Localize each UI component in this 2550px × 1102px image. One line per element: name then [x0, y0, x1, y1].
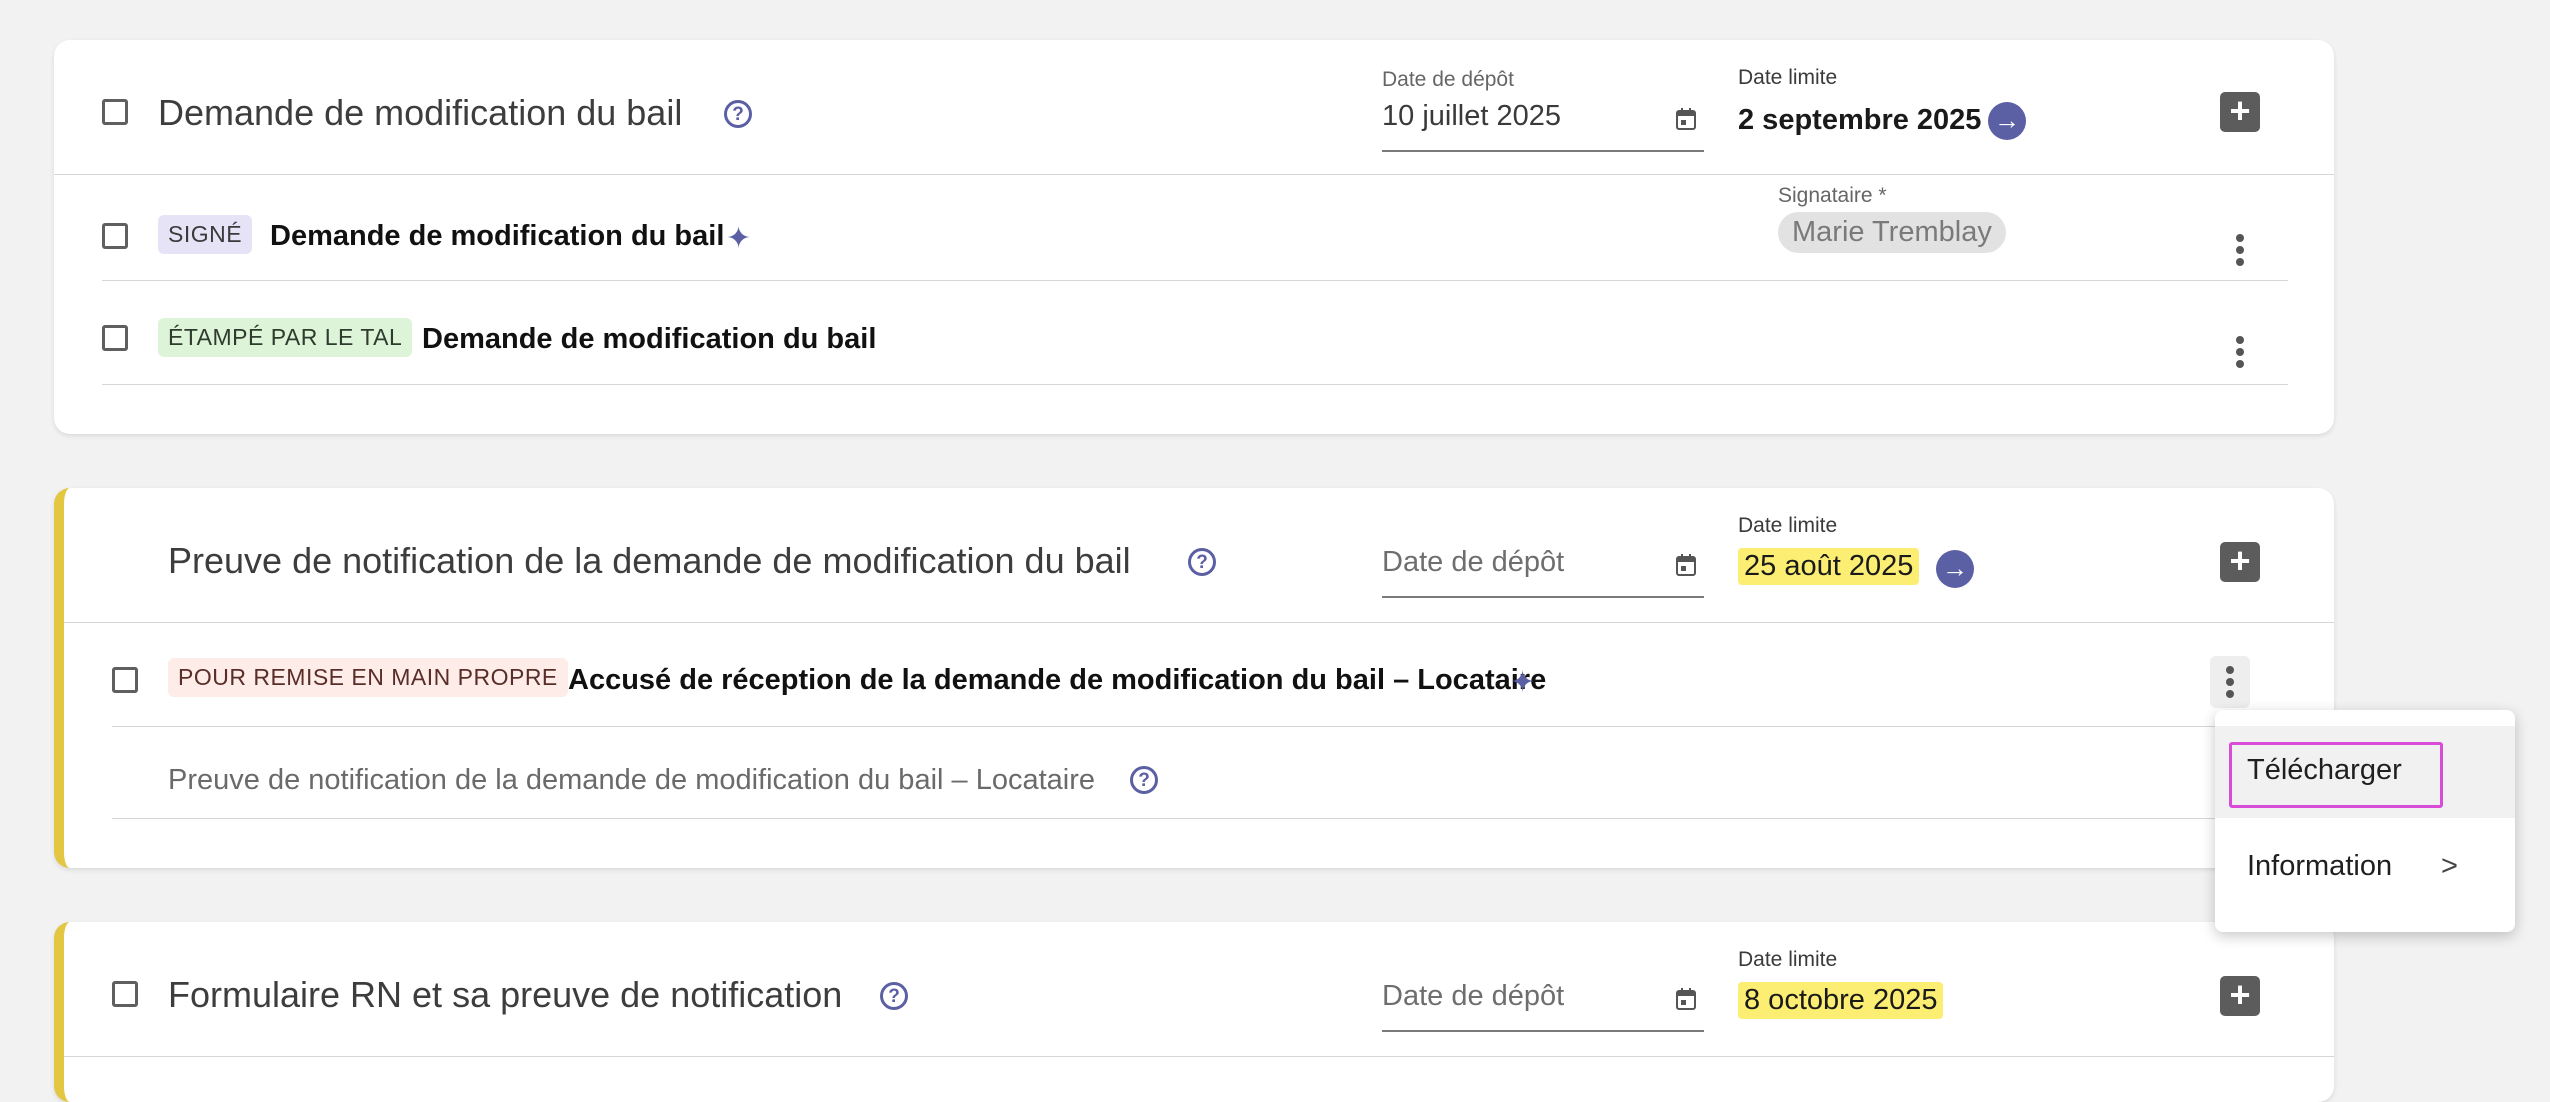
help-icon[interactable]: ? [880, 982, 908, 1010]
deposit-date-field[interactable]: Date de dépôt [1382, 968, 1704, 1032]
signer-label: Signataire * [1778, 184, 1887, 207]
signer-chip[interactable]: Marie Tremblay [1778, 212, 2006, 253]
chevron-right-icon: > [2441, 850, 2458, 882]
more-options-icon[interactable] [2220, 224, 2260, 276]
section-checkbox[interactable] [102, 99, 128, 125]
menu-item-information[interactable]: Information > [2215, 822, 2515, 914]
section-header-divider [64, 1056, 2334, 1057]
arrow-right-icon[interactable]: → [1988, 102, 2026, 140]
section-header-divider [64, 622, 2334, 623]
sparkle-icon: ✦ [1510, 666, 1536, 699]
section-checkbox[interactable] [112, 981, 138, 1007]
section-title: Demande de modification du bail [158, 92, 683, 133]
help-icon[interactable]: ? [724, 100, 752, 128]
more-options-icon-active[interactable] [2210, 656, 2250, 708]
status-badge-signe: SIGNÉ [158, 215, 253, 254]
section-title: Formulaire RN et sa preuve de notificati… [168, 974, 843, 1015]
deposit-date-field[interactable]: 10 juillet 2025 [1382, 92, 1704, 152]
row-divider [102, 280, 2288, 281]
deposit-date-placeholder: Date de dépôt [1382, 980, 1565, 1012]
menu-item-label: Information [2247, 850, 2393, 882]
deadline-value-highlighted: 8 octobre 2025 [1738, 982, 1944, 1019]
section-title: Preuve de notification de la demande de … [168, 540, 1131, 581]
row-divider [112, 726, 2298, 727]
add-document-button[interactable]: + [2220, 976, 2260, 1016]
section-card-preuve-notification: Preuve de notification de la demande de … [54, 488, 2334, 868]
add-document-button[interactable]: + [2220, 92, 2260, 132]
deadline-label: Date limite [1738, 514, 1838, 537]
section-header-divider [54, 174, 2334, 175]
context-menu: Télécharger Information > [2215, 710, 2515, 932]
document-title[interactable]: Demande de modification du bail [422, 323, 876, 356]
deadline-label: Date limite [1738, 948, 1838, 971]
document-checkbox[interactable] [112, 667, 138, 693]
menu-item-telecharger[interactable]: Télécharger [2215, 726, 2515, 818]
status-badge-remise: POUR REMISE EN MAIN PROPRE [168, 658, 568, 697]
document-checkbox[interactable] [102, 223, 128, 249]
deposit-date-value: 10 juillet 2025 [1382, 100, 1561, 132]
row-divider [112, 818, 2298, 819]
arrow-right-icon[interactable]: → [1936, 550, 1974, 588]
help-icon[interactable]: ? [1188, 548, 1216, 576]
row-divider [102, 384, 2288, 385]
status-badge-etampe: ÉTAMPÉ PAR LE TAL [158, 318, 413, 357]
calendar-icon[interactable] [1676, 108, 1696, 130]
more-options-icon[interactable] [2220, 326, 2260, 378]
pending-proof-item: Preuve de notification de la demande de … [168, 764, 1095, 796]
sparkle-icon: ✦ [726, 222, 752, 255]
deposit-date-placeholder: Date de dépôt [1382, 546, 1565, 578]
deadline-label: Date limite [1738, 66, 1838, 89]
section-card-demande-modification: Demande de modification du bail ? Date d… [54, 40, 2334, 434]
section-card-formulaire-rn: Formulaire RN et sa preuve de notificati… [54, 922, 2334, 1102]
calendar-icon[interactable] [1676, 554, 1696, 576]
menu-item-label: Télécharger [2247, 754, 2402, 786]
add-document-button[interactable]: + [2220, 542, 2260, 582]
deposit-date-label: Date de dépôt [1382, 68, 1514, 91]
deposit-date-field[interactable]: Date de dépôt [1382, 534, 1704, 598]
calendar-icon[interactable] [1676, 988, 1696, 1010]
document-checkbox[interactable] [102, 325, 128, 351]
deadline-value-highlighted: 25 août 2025 [1738, 548, 1920, 585]
help-icon[interactable]: ? [1130, 766, 1158, 794]
deadline-value: 2 septembre 2025 [1738, 104, 1982, 136]
document-title[interactable]: Demande de modification du bail [270, 220, 724, 253]
document-title[interactable]: Accusé de réception de la demande de mod… [568, 664, 1546, 697]
